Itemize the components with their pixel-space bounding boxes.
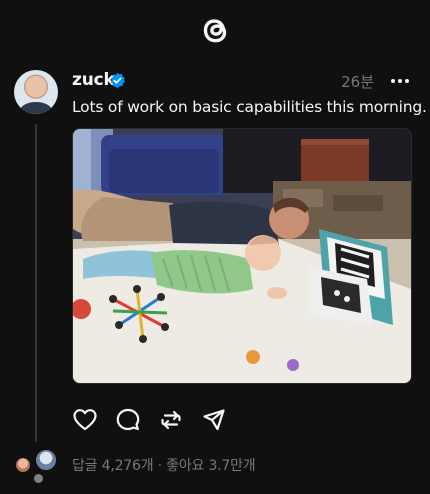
heart-icon[interactable] xyxy=(72,407,98,433)
replier-avatar[interactable] xyxy=(34,448,58,472)
stats-separator: · xyxy=(157,458,162,474)
post-stats: 답글 4,276개 · 좋아요 3.7만개 xyxy=(72,455,256,475)
share-icon[interactable] xyxy=(201,407,227,433)
repost-icon[interactable] xyxy=(158,407,184,433)
more-options-icon[interactable] xyxy=(390,71,410,91)
replier-avatar[interactable] xyxy=(32,472,45,485)
author-avatar[interactable] xyxy=(14,70,58,114)
comment-icon[interactable] xyxy=(115,407,141,433)
replier-avatar[interactable] xyxy=(14,456,32,474)
replies-count[interactable]: 답글 4,276개 xyxy=(72,458,154,474)
post-photo-illustration xyxy=(73,129,411,383)
verified-badge-icon xyxy=(110,72,125,89)
post-timestamp: 26분 xyxy=(341,73,374,91)
post-text: Lots of work on basic capabilities this … xyxy=(72,98,427,116)
post-image[interactable] xyxy=(72,128,412,384)
likes-count[interactable]: 좋아요 3.7만개 xyxy=(166,458,256,474)
threads-logo-icon[interactable] xyxy=(197,12,233,50)
thread-line xyxy=(35,124,37,442)
